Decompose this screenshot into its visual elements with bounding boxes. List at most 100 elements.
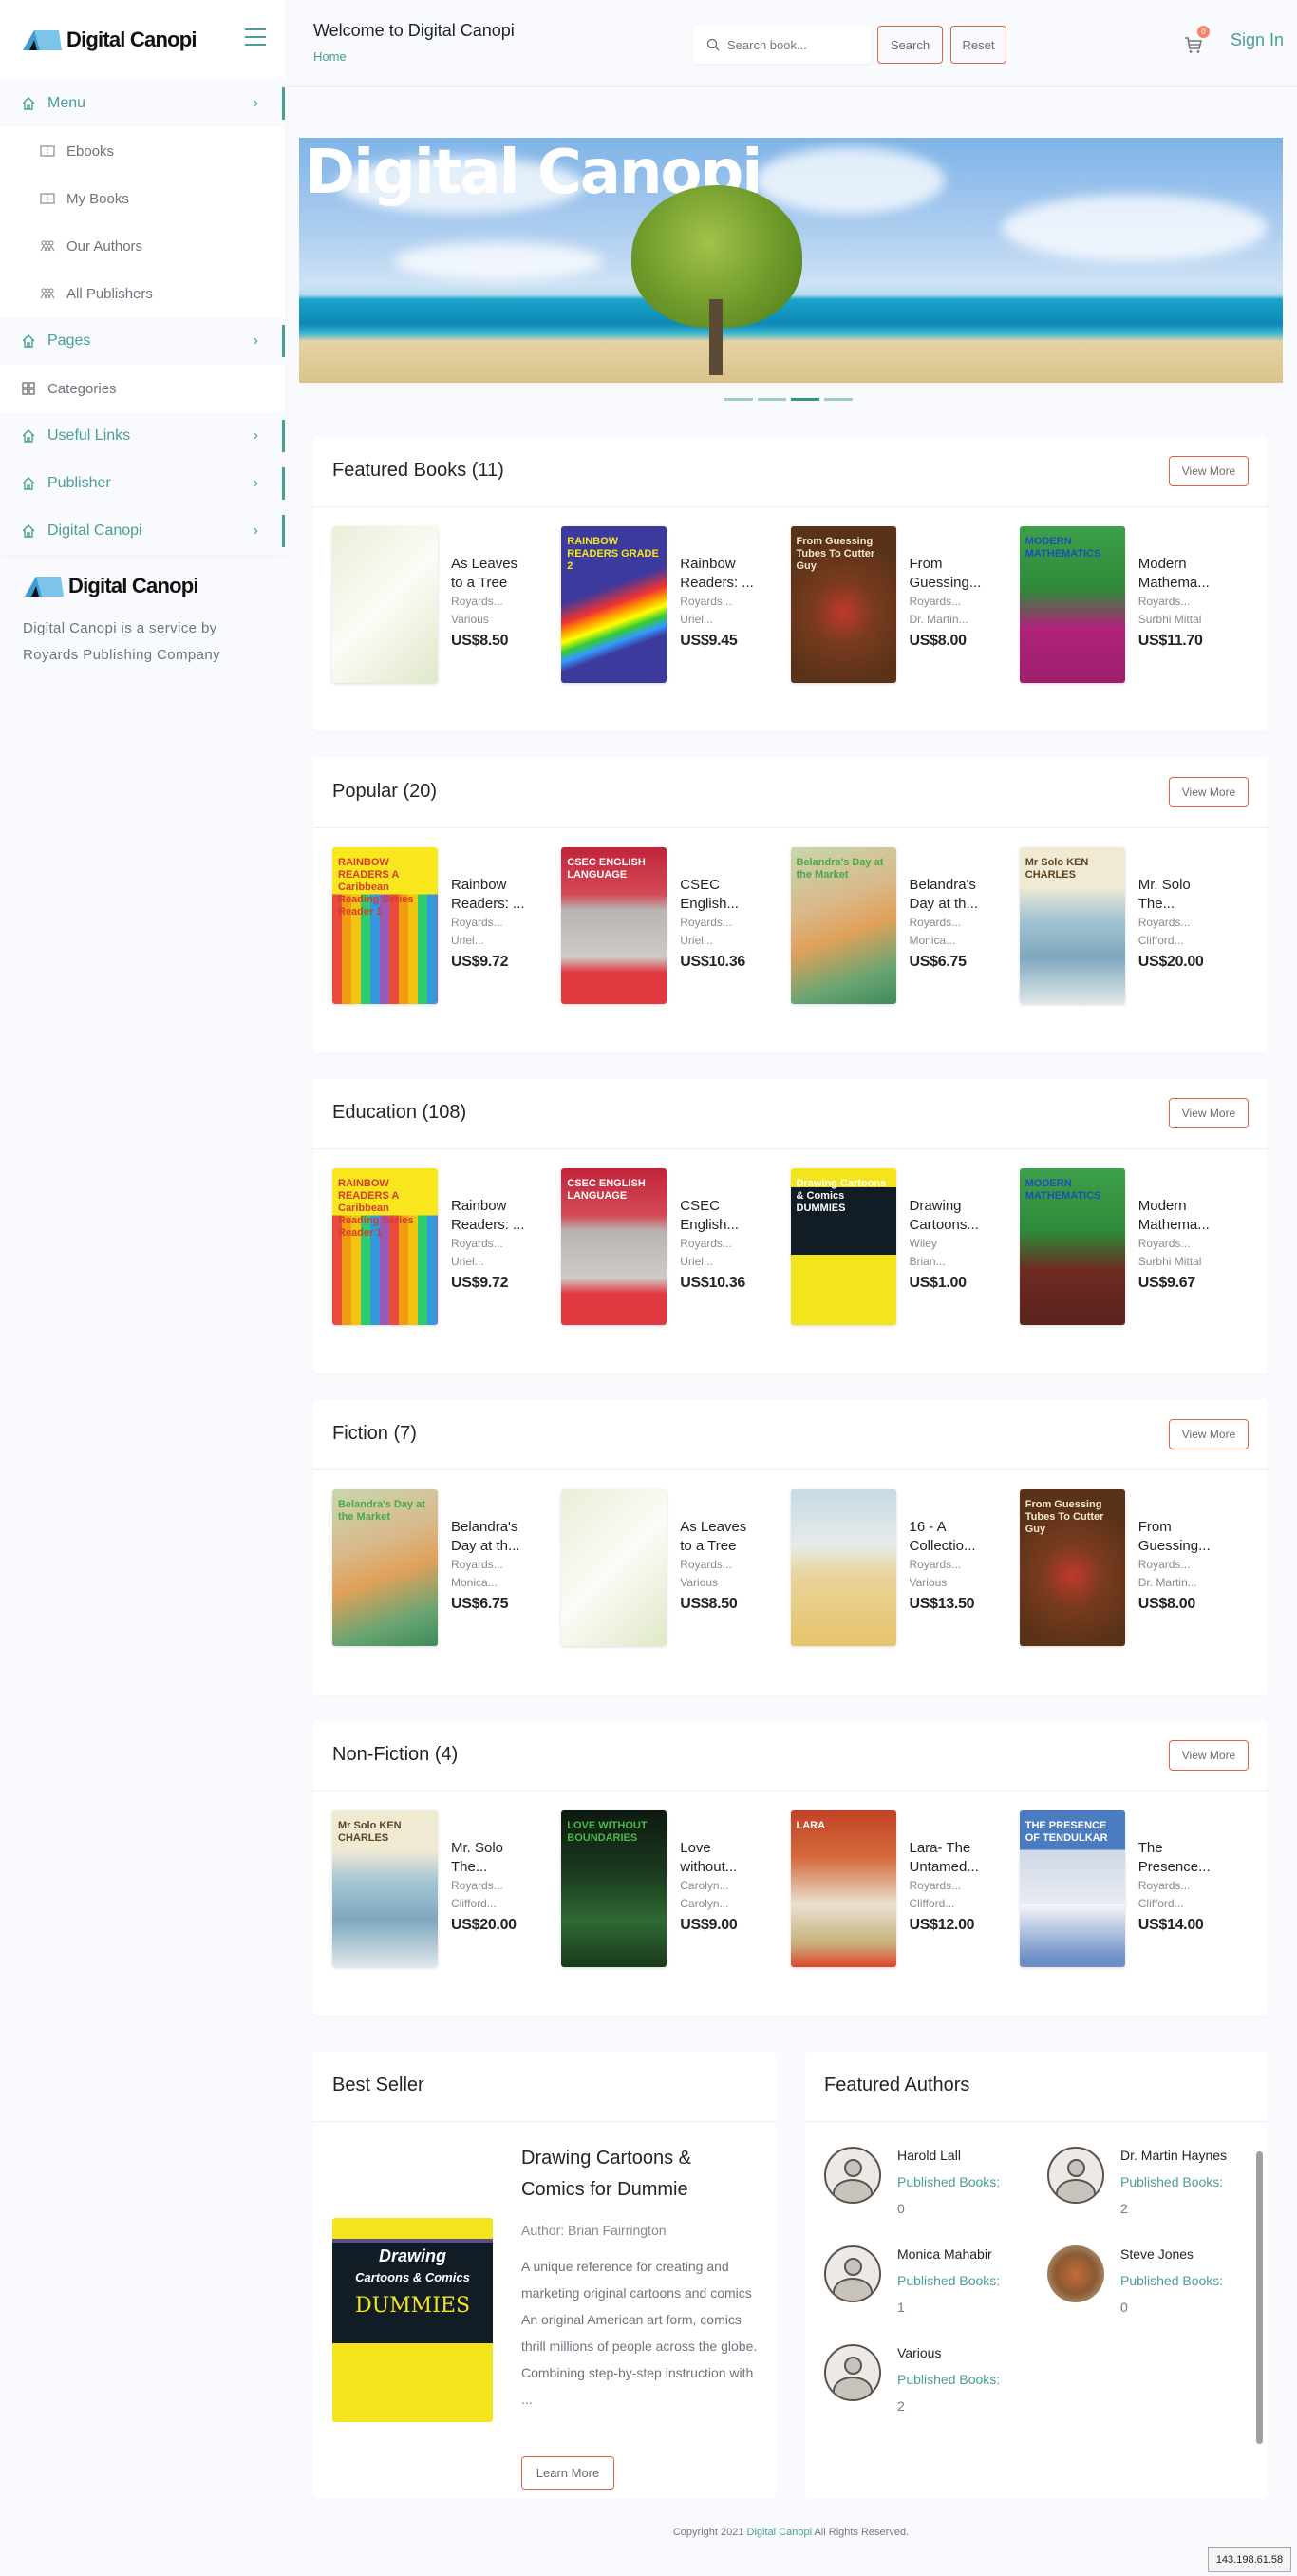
book-card[interactable]: RAINBOW READERS A Caribbean Reading Seri…: [332, 847, 561, 1051]
book-cover[interactable]: [332, 526, 438, 683]
book-cover[interactable]: LOVE WITHOUT BOUNDARIES: [561, 1810, 667, 1967]
author-name[interactable]: Harold Lall: [897, 2142, 1000, 2169]
book-card[interactable]: As Leaves to a Tree Royards... Various US$8…: [561, 1489, 790, 1694]
view-more-button[interactable]: View More: [1169, 1740, 1249, 1771]
author-name[interactable]: Various: [897, 2339, 1000, 2366]
footer-brand-link[interactable]: Digital Canopi: [747, 2527, 812, 2538]
book-cover[interactable]: RAINBOW READERS A Caribbean Reading Seri…: [332, 847, 438, 1004]
breadcrumb-home[interactable]: Home: [313, 49, 347, 64]
author-name[interactable]: Monica Mahabir: [897, 2241, 1000, 2267]
carousel-dot[interactable]: [724, 398, 753, 401]
sidebar-item-publisher[interactable]: Publisher ›: [0, 460, 285, 507]
book-title[interactable]: Love without...: [680, 1839, 756, 1877]
book-cover[interactable]: Belandra's Day at the Market: [332, 1489, 438, 1646]
sidebar-item-menu[interactable]: Menu ›: [0, 80, 285, 127]
book-cover[interactable]: From Guessing Tubes To Cutter Guy: [1019, 1489, 1125, 1646]
book-title[interactable]: As Leaves to a Tree: [680, 1518, 756, 1556]
book-title[interactable]: From Guessing...: [1138, 1518, 1214, 1556]
book-cover[interactable]: From Guessing Tubes To Cutter Guy: [790, 526, 896, 683]
book-title[interactable]: Rainbow Readers: ...: [451, 876, 527, 914]
book-cover[interactable]: MODERN MATHEMATICS: [1019, 526, 1125, 683]
author-name[interactable]: Dr. Martin Haynes: [1120, 2142, 1227, 2169]
book-card[interactable]: Drawing Cartoons & Comics DUMMIES Drawing…: [790, 1168, 1020, 1373]
book-cover[interactable]: Belandra's Day at the Market: [790, 847, 896, 1004]
book-cover[interactable]: CSEC ENGLISH LANGUAGE: [561, 1168, 667, 1325]
book-card[interactable]: From Guessing Tubes To Cutter Guy From Gu…: [1019, 1489, 1249, 1694]
view-more-button[interactable]: View More: [1169, 1419, 1249, 1449]
book-card[interactable]: MODERN MATHEMATICS Modern Mathema... Royar…: [1019, 1168, 1249, 1373]
carousel-dot[interactable]: [791, 398, 819, 401]
sidebar-item-categories[interactable]: Categories: [0, 365, 285, 412]
book-title[interactable]: Modern Mathema...: [1138, 555, 1214, 593]
sign-in-link[interactable]: Sign In: [1231, 30, 1284, 50]
author-item[interactable]: Harold Lall Published Books: 0: [824, 2142, 1047, 2218]
sidebar-item-our-authors[interactable]: Our Authors: [0, 222, 285, 270]
book-title[interactable]: 16 - A Collectio...: [910, 1518, 986, 1556]
book-card[interactable]: MODERN MATHEMATICS Modern Mathema... Royar…: [1019, 526, 1249, 730]
carousel-dot[interactable]: [758, 398, 786, 401]
book-title[interactable]: Mr. Solo The...: [1138, 876, 1214, 914]
book-card[interactable]: CSEC ENGLISH LANGUAGE CSEC English... Roya…: [561, 1168, 790, 1373]
book-cover[interactable]: RAINBOW READERS GRADE 2: [561, 526, 667, 683]
sidebar-item-ebooks[interactable]: Ebooks: [0, 127, 285, 175]
book-card[interactable]: LOVE WITHOUT BOUNDARIES Love without... Ca…: [561, 1810, 790, 2015]
book-card[interactable]: THE PRESENCE OF TENDULKAR The Presence...…: [1019, 1810, 1249, 2015]
book-title[interactable]: Belandra's Day at th...: [451, 1518, 527, 1556]
logo[interactable]: Digital Canopi: [21, 28, 197, 52]
best-seller-cover[interactable]: Drawing Cartoons & Comics DUMMIES: [332, 2218, 493, 2422]
best-seller-title[interactable]: Drawing Cartoons & Comics for Dummie: [521, 2143, 759, 2206]
authors-scrollbar[interactable]: [1256, 2151, 1263, 2444]
search-input[interactable]: [727, 37, 860, 52]
view-more-button[interactable]: View More: [1169, 1098, 1249, 1128]
book-card[interactable]: Belandra's Day at the Market Belandra's D…: [332, 1489, 561, 1694]
book-title[interactable]: From Guessing...: [910, 555, 986, 593]
sidebar-item-pages[interactable]: Pages ›: [0, 317, 285, 365]
learn-more-button[interactable]: Learn More: [521, 2456, 614, 2490]
view-more-button[interactable]: View More: [1169, 456, 1249, 486]
book-cover[interactable]: MODERN MATHEMATICS: [1019, 1168, 1125, 1325]
book-card[interactable]: Belandra's Day at the Market Belandra's D…: [790, 847, 1020, 1051]
book-card[interactable]: Mr Solo KEN CHARLES Mr. Solo The... Royard…: [332, 1810, 561, 2015]
book-title[interactable]: Modern Mathema...: [1138, 1197, 1214, 1235]
view-more-button[interactable]: View More: [1169, 777, 1249, 807]
carousel-dot[interactable]: [824, 398, 853, 401]
book-title[interactable]: CSEC English...: [680, 876, 756, 914]
book-cover[interactable]: RAINBOW READERS A Caribbean Reading Seri…: [332, 1168, 438, 1325]
book-card[interactable]: RAINBOW READERS GRADE 2 Rainbow Readers: …: [561, 526, 790, 730]
book-cover[interactable]: THE PRESENCE OF TENDULKAR: [1019, 1810, 1125, 1967]
book-card[interactable]: From Guessing Tubes To Cutter Guy From Gu…: [790, 526, 1020, 730]
book-title[interactable]: CSEC English...: [680, 1197, 756, 1235]
author-item[interactable]: Steve Jones Published Books: 0: [1047, 2241, 1242, 2317]
book-card[interactable]: CSEC ENGLISH LANGUAGE CSEC English... Roya…: [561, 847, 790, 1051]
book-cover[interactable]: [561, 1489, 667, 1646]
book-cover[interactable]: [790, 1489, 896, 1646]
sidebar-item-useful-links[interactable]: Useful Links ›: [0, 412, 285, 460]
book-title[interactable]: The Presence...: [1138, 1839, 1214, 1877]
book-title[interactable]: Drawing Cartoons...: [910, 1197, 986, 1235]
book-card[interactable]: As Leaves to a Tree Royards... Various US$8…: [332, 526, 561, 730]
sidebar-item-all-publishers[interactable]: All Publishers: [0, 270, 285, 317]
sidebar-item-digital-canopi[interactable]: Digital Canopi ›: [0, 507, 285, 555]
book-cover[interactable]: LARA: [790, 1810, 896, 1967]
book-card[interactable]: 16 - A Collectio... Royards... Various US$1…: [790, 1489, 1020, 1694]
reset-button[interactable]: Reset: [950, 26, 1006, 64]
author-item[interactable]: Various Published Books: 2: [824, 2339, 1047, 2415]
book-cover[interactable]: Mr Solo KEN CHARLES: [332, 1810, 438, 1967]
sidebar-item-my-books[interactable]: My Books: [0, 175, 285, 222]
book-title[interactable]: Mr. Solo The...: [451, 1839, 527, 1877]
author-item[interactable]: Dr. Martin Haynes Published Books: 2: [1047, 2142, 1242, 2218]
book-cover[interactable]: Drawing Cartoons & Comics DUMMIES: [790, 1168, 896, 1325]
book-title[interactable]: Rainbow Readers: ...: [680, 555, 756, 593]
search-button[interactable]: Search: [877, 26, 943, 64]
book-title[interactable]: Rainbow Readers: ...: [451, 1197, 527, 1235]
book-cover[interactable]: Mr Solo KEN CHARLES: [1019, 847, 1125, 1004]
book-card[interactable]: Mr Solo KEN CHARLES Mr. Solo The... Royard…: [1019, 847, 1249, 1051]
book-title[interactable]: Lara- The Untamed...: [910, 1839, 986, 1877]
book-title[interactable]: Belandra's Day at th...: [910, 876, 986, 914]
book-card[interactable]: LARA Lara- The Untamed... Royards... Cliffo…: [790, 1810, 1020, 2015]
book-card[interactable]: RAINBOW READERS A Caribbean Reading Seri…: [332, 1168, 561, 1373]
book-cover[interactable]: CSEC ENGLISH LANGUAGE: [561, 847, 667, 1004]
book-title[interactable]: As Leaves to a Tree: [451, 555, 527, 593]
author-name[interactable]: Steve Jones: [1120, 2241, 1223, 2267]
author-item[interactable]: Monica Mahabir Published Books: 1: [824, 2241, 1047, 2317]
